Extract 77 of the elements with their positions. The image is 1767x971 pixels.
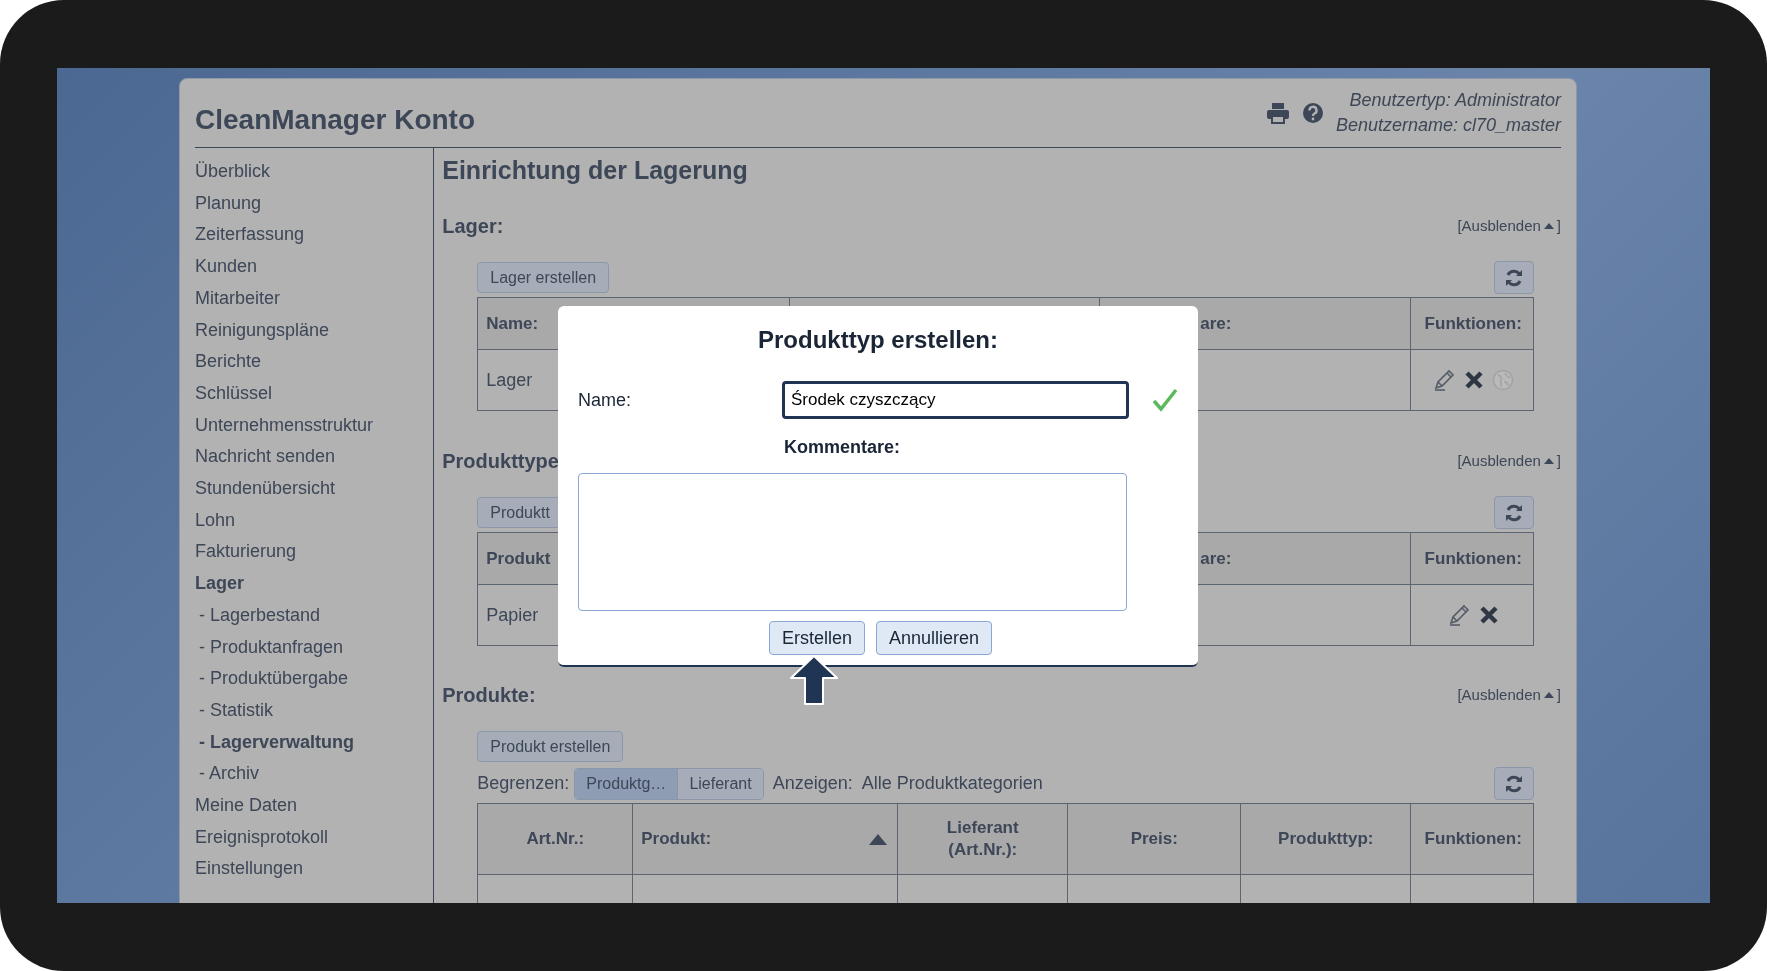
create-button[interactable]: Produkt erstellen — [477, 731, 624, 762]
sidebar-item[interactable]: - Produktübergabe — [195, 663, 349, 695]
section-title: Produkte: — [442, 683, 536, 708]
table-cell-text: Papier — [486, 603, 539, 627]
refresh-icon — [1504, 502, 1525, 523]
column-header: Art.Nr.: — [526, 828, 585, 850]
sidebar-item[interactable]: Fakturierung — [195, 536, 297, 569]
user-type: Benutzertyp: Administrator — [1349, 89, 1561, 112]
sidebar-item[interactable]: Kunden — [195, 251, 258, 283]
print-icon[interactable] — [1265, 102, 1290, 124]
sidebar-item[interactable]: Reinigungspläne — [195, 314, 330, 347]
sidebar-item[interactable]: Stundenübersicht — [195, 473, 336, 505]
column-header: Produkttyp: — [1278, 828, 1374, 850]
app-title: CleanManager Konto — [195, 103, 476, 137]
sidebar-item[interactable]: Schlüssel — [195, 377, 273, 410]
dialog-title: Produkttyp erstellen: — [757, 325, 998, 355]
sort-ascending-icon[interactable] — [869, 833, 888, 845]
user-name: Benutzername: cl70_master — [1335, 114, 1561, 137]
section-title: Produkttype — [442, 449, 559, 474]
sidebar-item[interactable]: - Lagerverwaltung — [195, 726, 355, 759]
hide-link[interactable]: [Ausblenden ] — [1457, 683, 1561, 707]
collapse-triangle-icon — [1543, 222, 1554, 230]
page-title: Einrichtung der Lagerung — [442, 155, 748, 186]
sidebar-item[interactable]: - Archiv — [195, 758, 259, 791]
delete-icon[interactable] — [1464, 370, 1485, 390]
hide-link[interactable]: [Ausblenden ] — [1457, 214, 1561, 238]
column-header: Name: — [486, 312, 539, 335]
pencil-icon[interactable] — [1447, 603, 1472, 627]
sidebar-item[interactable]: Mitarbeiter — [195, 282, 281, 315]
sidebar-item[interactable]: - Produktanfragen — [195, 631, 344, 664]
column-header: Funktionen: — [1424, 312, 1522, 335]
column-header: are: — [1200, 547, 1232, 570]
column-header: Produkt — [486, 547, 551, 570]
help-icon[interactable] — [1301, 102, 1324, 124]
collapse-triangle-icon — [1543, 457, 1554, 465]
refresh-button[interactable] — [1494, 767, 1535, 800]
table-cell-text: Lager — [486, 368, 533, 392]
filter-label: Begrenzen: — [477, 772, 570, 795]
sidebar-item[interactable]: Zeiterfassung — [195, 219, 305, 252]
sidebar-item[interactable]: - Lagerbestand — [195, 599, 321, 632]
column-header: are: — [1200, 312, 1232, 335]
comment-field[interactable] — [578, 473, 1127, 611]
refresh-button[interactable] — [1494, 261, 1535, 294]
column-header: Produkt: — [641, 828, 712, 850]
sidebar-item[interactable]: Nachricht senden — [195, 441, 336, 474]
sidebar-item[interactable]: - Statistik — [195, 694, 273, 727]
refresh-button[interactable] — [1494, 496, 1535, 529]
sidebar-item[interactable]: Meine Daten — [195, 790, 298, 822]
filter-segment[interactable]: Produktg… — [575, 768, 678, 799]
show-label: Anzeigen: — [772, 772, 853, 795]
sidebar-item[interactable]: Einstellungen — [195, 853, 304, 886]
hide-link[interactable]: [Ausblenden ] — [1457, 449, 1561, 473]
sidebar-item[interactable]: Lohn — [195, 504, 236, 537]
collapse-triangle-icon — [1543, 691, 1554, 699]
column-header: Funktionen: — [1424, 828, 1522, 850]
refresh-icon — [1504, 773, 1525, 794]
filter-segment[interactable]: Lieferant — [677, 768, 763, 799]
section-title: Lager: — [442, 214, 504, 239]
delete-icon[interactable] — [1479, 605, 1500, 625]
dialog-button[interactable]: Erstellen — [769, 621, 866, 655]
sidebar-item[interactable]: Überblick — [195, 156, 271, 188]
sidebar-item[interactable]: Ereignisprotokoll — [195, 821, 329, 854]
pencil-icon[interactable] — [1432, 368, 1457, 392]
refresh-icon — [1504, 267, 1525, 288]
sidebar-item[interactable]: Unternehmensstruktur — [195, 409, 374, 442]
field-label: Kommentare: — [784, 435, 901, 459]
sidebar-item[interactable]: Lager — [195, 568, 245, 600]
column-header: Lieferant (Art.Nr.): — [945, 817, 1020, 861]
sidebar-item[interactable]: Planung — [195, 187, 262, 220]
column-header: Funktionen: — [1424, 547, 1522, 570]
field-label: Name: — [578, 388, 632, 412]
name-field[interactable]: Środek czyszczący — [782, 381, 1129, 419]
column-header: Preis: — [1130, 828, 1178, 850]
sidebar-item[interactable]: Berichte — [195, 346, 262, 378]
create-button[interactable]: Lager erstellen — [477, 262, 610, 293]
show-value: Alle Produktkategorien — [861, 772, 1043, 795]
dialog-button[interactable]: Annullieren — [876, 621, 993, 655]
